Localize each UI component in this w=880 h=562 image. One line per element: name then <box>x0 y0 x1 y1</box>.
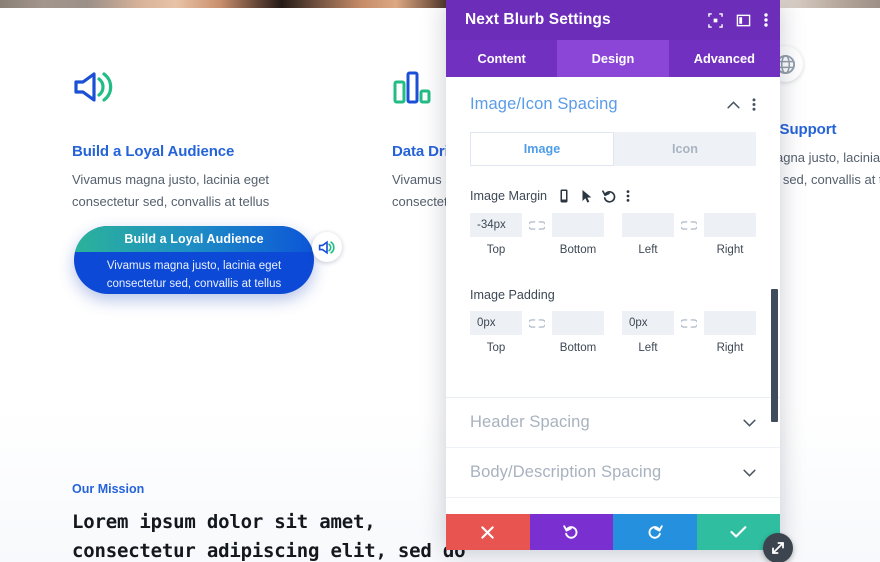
padding-left-input[interactable]: 0px <box>622 311 674 335</box>
section-header[interactable]: Image/Icon Spacing <box>470 95 756 114</box>
modal-footer <box>446 514 780 550</box>
margin-bottom-caption: Bottom <box>559 244 597 256</box>
fullscreen-icon[interactable] <box>708 12 723 28</box>
resize-diagonal-icon[interactable] <box>763 533 793 562</box>
section-title: Header Spacing <box>470 413 590 431</box>
mobile-icon[interactable] <box>556 188 572 204</box>
tab-content[interactable]: Content <box>446 40 557 77</box>
modal-header-actions <box>708 12 768 28</box>
screen: Build a Loyal Audience Vivamus magna jus… <box>0 0 880 562</box>
margin-top-caption: Top <box>486 244 506 256</box>
padding-right-caption: Right <box>716 342 744 354</box>
margin-bottom-input[interactable] <box>552 213 604 237</box>
more-options-icon[interactable] <box>764 12 768 28</box>
image-icon-toggle: Image Icon <box>470 132 756 166</box>
margin-top-input[interactable]: -34px <box>470 213 522 237</box>
field-group-image-margin: Image Margin -34px Top Bottom Left Right <box>470 188 756 271</box>
section-title: Body/Description Spacing <box>470 463 662 481</box>
field-group-image-padding: Image Padding 0px Top Bottom 0px Left Ri… <box>470 288 756 369</box>
tab-advanced[interactable]: Advanced <box>669 40 780 77</box>
blurb-description: Vivamus magna justo, lacinia eget consec… <box>72 172 270 210</box>
megaphone-icon <box>312 232 342 262</box>
close-icon <box>481 525 494 539</box>
tab-design[interactable]: Design <box>557 40 669 77</box>
mission-label: Our Mission <box>72 482 145 496</box>
padding-quad-fields: 0px Top Bottom 0px Left Right <box>470 311 756 369</box>
selected-overlay-description: Vivamus magna justo, lacinia eget consec… <box>106 260 282 290</box>
padding-top-input[interactable]: 0px <box>470 311 522 335</box>
chevron-up-icon[interactable] <box>727 100 740 109</box>
broken-link-icon[interactable] <box>674 311 704 335</box>
broken-link-icon[interactable] <box>522 311 552 335</box>
field-label: Image Padding <box>470 288 555 302</box>
reset-icon[interactable] <box>602 189 617 204</box>
collapsed-sections: Header Spacing Body/Description Spacing … <box>446 397 780 514</box>
broken-link-icon[interactable] <box>522 213 552 237</box>
section-image-icon-spacing: Image/Icon Spacing Image Icon Image Marg… <box>446 77 780 377</box>
padding-right-input[interactable] <box>704 311 756 335</box>
redo-icon <box>648 525 663 539</box>
selected-overlay-title: Build a Loyal Audience <box>124 232 264 246</box>
more-options-icon[interactable] <box>752 97 756 112</box>
section-title: Image/Icon Spacing <box>470 95 618 113</box>
check-icon <box>730 526 747 538</box>
padding-bottom-input[interactable] <box>552 311 604 335</box>
margin-quad-fields: -34px Top Bottom Left Right <box>470 213 756 271</box>
section-title: Border <box>470 513 743 514</box>
blurb-settings-modal: Next Blurb Settings Content Design Advan… <box>446 0 780 550</box>
padding-bottom-caption: Bottom <box>559 342 597 354</box>
margin-left-input[interactable] <box>622 213 674 237</box>
layout-columns-icon[interactable] <box>736 13 751 28</box>
padding-top-caption: Top <box>486 342 506 354</box>
blurb-title: Build a Loyal Audience <box>72 143 235 160</box>
undo-icon <box>563 525 578 539</box>
margin-right-input[interactable] <box>704 213 756 237</box>
modal-title: Next Blurb Settings <box>465 11 611 28</box>
section-border[interactable]: Border <box>446 498 780 514</box>
chevron-down-icon[interactable] <box>743 469 756 477</box>
modal-body: Image/Icon Spacing Image Icon Image Marg… <box>446 77 780 514</box>
more-options-icon[interactable] <box>626 189 630 203</box>
cursor-hover-icon[interactable] <box>581 189 593 204</box>
undo-button[interactable] <box>529 514 613 550</box>
padding-left-caption: Left <box>638 342 658 354</box>
chevron-down-icon[interactable] <box>743 419 756 427</box>
toggle-icon[interactable]: Icon <box>614 132 756 166</box>
selected-overlay-header: Build a Loyal Audience <box>74 226 314 252</box>
field-label: Image Margin <box>470 189 547 203</box>
section-body-description-spacing[interactable]: Body/Description Spacing <box>446 448 780 498</box>
section-header-spacing[interactable]: Header Spacing <box>446 398 780 448</box>
bar-chart-icon <box>392 70 436 106</box>
broken-link-icon[interactable] <box>674 213 704 237</box>
toggle-image[interactable]: Image <box>470 132 614 166</box>
modal-scrollbar-thumb[interactable] <box>771 289 778 422</box>
selected-blurb-overlay[interactable]: Build a Loyal Audience Vivamus magna jus… <box>74 226 314 294</box>
megaphone-icon <box>72 70 116 104</box>
cancel-button[interactable] <box>446 514 530 550</box>
modal-header: Next Blurb Settings <box>446 0 780 40</box>
margin-left-caption: Left <box>638 244 658 256</box>
blurb-card-1[interactable]: Build a Loyal Audience Vivamus magna jus… <box>72 70 334 214</box>
modal-tabs: Content Design Advanced <box>446 40 780 77</box>
margin-right-caption: Right <box>716 244 744 256</box>
redo-button[interactable] <box>613 514 697 550</box>
